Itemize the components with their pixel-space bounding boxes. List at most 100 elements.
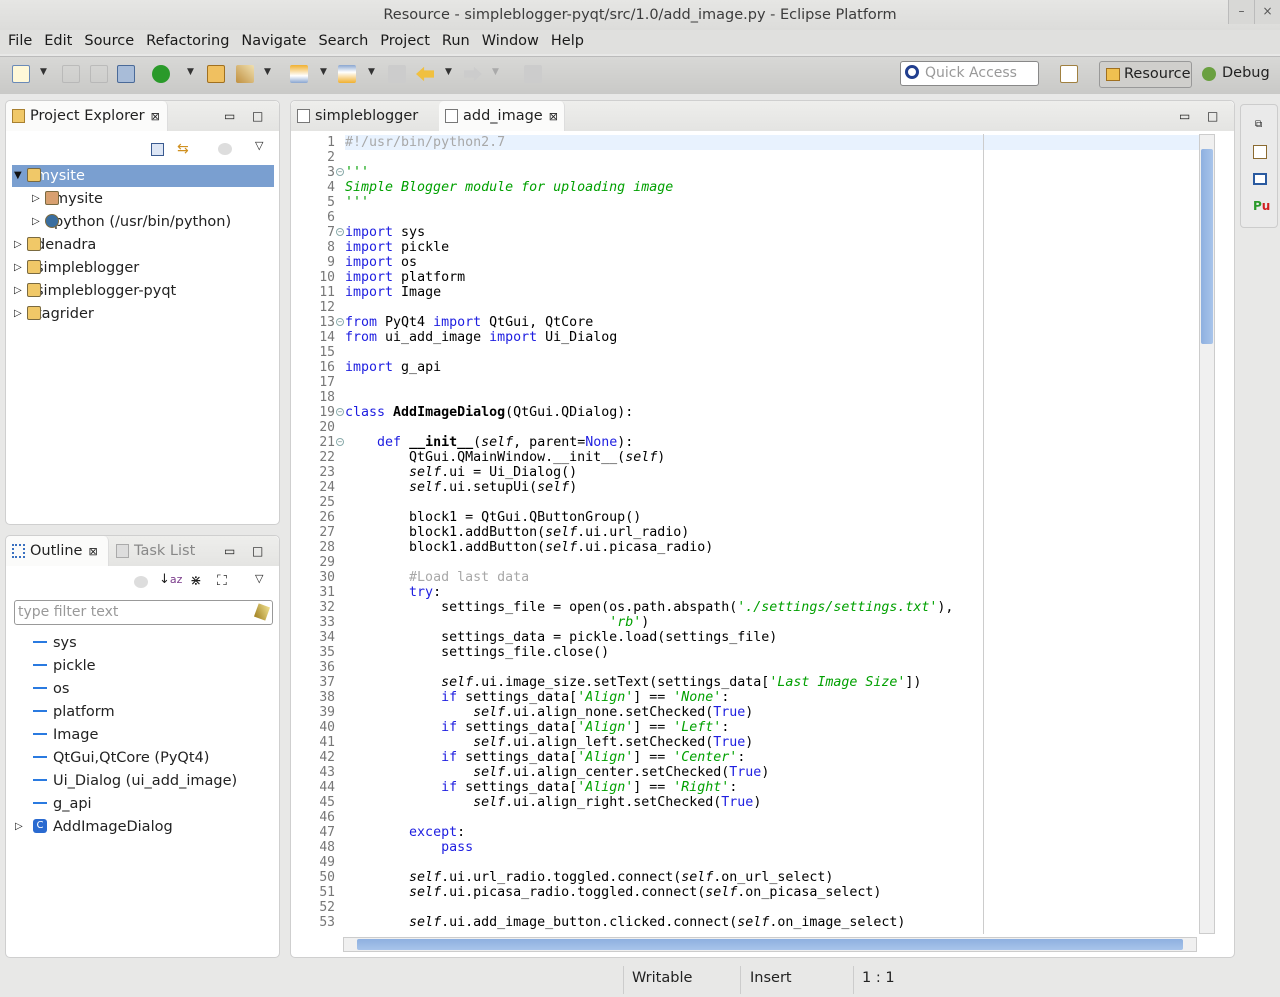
menu-navigate[interactable]: Navigate [235,30,312,54]
code-area[interactable]: 1 #!/usr/bin/python2.7 2 3− ''' 4 Simple Blogg… [291,134,1199,934]
outline-item[interactable]: platform [6,701,274,723]
open-folder-icon[interactable] [207,65,225,83]
open-perspective-icon[interactable] [1060,65,1078,83]
tree-item[interactable]: ▼ mysite [12,165,274,187]
save-all-icon[interactable] [90,65,108,83]
close-button[interactable]: × [1254,0,1280,24]
pyunit-icon[interactable]: Pu [1253,199,1270,213]
chevron-down-icon[interactable]: ▼ [445,67,452,77]
tab-project-explorer[interactable]: Project Explorer ⊠ [6,101,168,131]
print-icon[interactable] [117,65,135,83]
outline-item[interactable]: ▷ C AddImageDialog [6,816,274,838]
maximize-icon[interactable]: □ [252,109,263,123]
tree-item[interactable]: ▷ mysite [6,188,274,210]
minimize-icon[interactable]: ▭ [1179,109,1190,123]
vertical-scrollbar[interactable] [1199,134,1215,934]
run-icon[interactable] [152,65,170,83]
maximize-icon[interactable]: □ [252,544,263,558]
close-icon[interactable]: ⊠ [88,545,97,558]
chevron-down-icon[interactable]: ▼ [187,67,194,77]
scroll-thumb[interactable] [1201,149,1213,344]
new-icon[interactable] [12,65,30,83]
chevron-down-icon[interactable]: ▼ [40,67,47,77]
tree-item[interactable]: ▷ simpleblogger [6,257,274,279]
tree-item[interactable]: ▷ tagrider [6,303,274,325]
collapsed-arrow-icon[interactable]: ▷ [32,211,40,233]
outline-item[interactable]: sys [6,632,274,654]
outline-item[interactable]: pickle [6,655,274,677]
task-list-icon[interactable] [1253,145,1267,159]
tab-add-image[interactable]: add_image ⊠ [439,101,565,131]
back-arrow-icon[interactable] [416,66,434,82]
collapsed-arrow-icon[interactable]: ▷ [14,234,22,256]
collapse-all-icon[interactable] [151,143,164,156]
horizontal-scrollbar[interactable] [343,937,1197,952]
menu-run[interactable]: Run [436,30,476,54]
maximize-icon[interactable]: □ [1207,109,1218,123]
fold-toggle-icon[interactable]: − [336,408,344,416]
menu-window[interactable]: Window [476,30,545,54]
sort-az-icon[interactable]: ↓az [159,572,182,587]
tab-outline[interactable]: Outline ⊠ [6,536,109,566]
clear-filter-icon[interactable] [253,603,271,621]
outline-item[interactable]: Image [6,724,274,746]
view-menu-icon[interactable]: ▽ [255,572,263,585]
forward-arrow-icon[interactable] [464,66,482,82]
quick-access-input[interactable]: Quick Access [900,61,1039,86]
chevron-down-icon[interactable]: ▼ [492,67,499,77]
outline-item[interactable]: Ui_Dialog (ui_add_image) [6,770,274,792]
prev-annotation-icon[interactable] [338,65,356,83]
fold-toggle-icon[interactable]: − [336,438,344,446]
expanded-arrow-icon[interactable]: ▼ [14,165,22,187]
menu-source[interactable]: Source [78,30,140,54]
perspective-debug-button[interactable]: Debug [1200,61,1270,88]
collapsed-arrow-icon[interactable]: ▷ [14,280,22,302]
collapsed-arrow-icon[interactable]: ▷ [14,257,22,279]
menu-help[interactable]: Help [545,30,590,54]
expand-icon[interactable]: ⛶ [217,573,227,589]
fold-toggle-icon[interactable]: − [336,168,344,176]
outline-item[interactable]: QtGui,QtCore (PyQt4) [6,747,274,769]
last-edit-icon[interactable] [388,65,406,83]
link-with-editor-icon[interactable]: ⇆ [177,141,189,157]
filter-icon[interactable] [134,576,148,588]
outline-item[interactable]: g_api [6,793,274,815]
brush-icon[interactable] [236,65,254,83]
menu-refactoring[interactable]: Refactoring [140,30,235,54]
menu-search[interactable]: Search [312,30,374,54]
save-icon[interactable] [62,65,80,83]
fold-toggle-icon[interactable]: − [336,318,344,326]
fold-toggle-icon[interactable]: − [336,228,344,236]
menu-file[interactable]: File [2,30,38,54]
console-icon[interactable] [1253,173,1267,185]
filter-input[interactable]: type filter text [14,600,273,625]
next-annotation-icon[interactable] [290,65,308,83]
scroll-thumb[interactable] [357,939,1183,950]
tab-simpleblogger[interactable]: simpleblogger [291,101,437,131]
minimize-icon[interactable]: ▭ [224,109,235,123]
view-menu-icon[interactable]: ▽ [255,139,263,152]
tree-item[interactable]: ▷ denadra [6,234,274,256]
close-icon[interactable]: ⊠ [151,110,160,123]
tree-item[interactable]: ▷ simpleblogger-pyqt [6,280,274,302]
collapsed-arrow-icon[interactable]: ▷ [15,816,23,838]
filter-icon[interactable] [218,143,232,155]
minimize-icon[interactable]: ▭ [224,544,235,558]
tab-task-list[interactable]: Task List [110,536,195,566]
outline-item[interactable]: os [6,678,274,700]
chevron-down-icon[interactable]: ▼ [264,67,271,77]
close-icon[interactable]: ⊠ [549,110,558,123]
collapse-icon[interactable]: ⋇ [190,573,202,589]
code-token: from [345,315,378,330]
menu-edit[interactable]: Edit [38,30,78,54]
chevron-down-icon[interactable]: ▼ [320,67,327,77]
restore-icon[interactable]: ⧉ [1255,119,1262,130]
collapsed-arrow-icon[interactable]: ▷ [14,303,22,325]
collapsed-arrow-icon[interactable]: ▷ [32,188,40,210]
tree-item[interactable]: ▷ python (/usr/bin/python) [6,211,274,233]
minimize-button[interactable]: – [1228,0,1254,24]
menu-project[interactable]: Project [374,30,436,54]
pin-editor-icon[interactable] [524,65,542,83]
chevron-down-icon[interactable]: ▼ [368,67,375,77]
perspective-resource-button[interactable]: Resource [1099,61,1192,88]
